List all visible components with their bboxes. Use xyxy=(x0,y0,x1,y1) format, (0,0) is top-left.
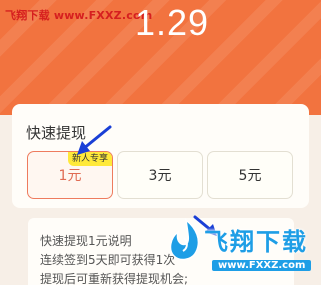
info-title: 快速提现1元说明 xyxy=(40,234,132,248)
withdraw-card: 快速提现 1元 新人专享 3元 5元 xyxy=(12,104,309,208)
info-line-1: 连续签到5天即可获得1次 xyxy=(40,253,176,267)
withdraw-option-5-label: 5元 xyxy=(238,168,262,184)
withdraw-option-5[interactable]: 5元 xyxy=(207,151,293,199)
watermark-logo-text: 飞翔下载 xyxy=(204,228,308,256)
logo-icon xyxy=(169,218,200,261)
balance-amount: 1.29 xyxy=(135,2,210,43)
withdraw-option-3-label: 3元 xyxy=(148,168,172,184)
withdraw-option-3[interactable]: 3元 xyxy=(117,151,203,199)
arrow-icon xyxy=(77,125,112,155)
watermark-logo-url: www.FXXZ.com xyxy=(212,260,312,271)
watermark-top: 飞翔下载 www.FXXZ.com xyxy=(5,9,153,22)
watermark-logo: 飞翔下载 www.FXXZ.com xyxy=(160,210,312,285)
withdraw-option-1-label: 1元 xyxy=(58,168,82,184)
header-banner: 飞翔下载 www.FXXZ.com 1.29 xyxy=(0,0,321,115)
